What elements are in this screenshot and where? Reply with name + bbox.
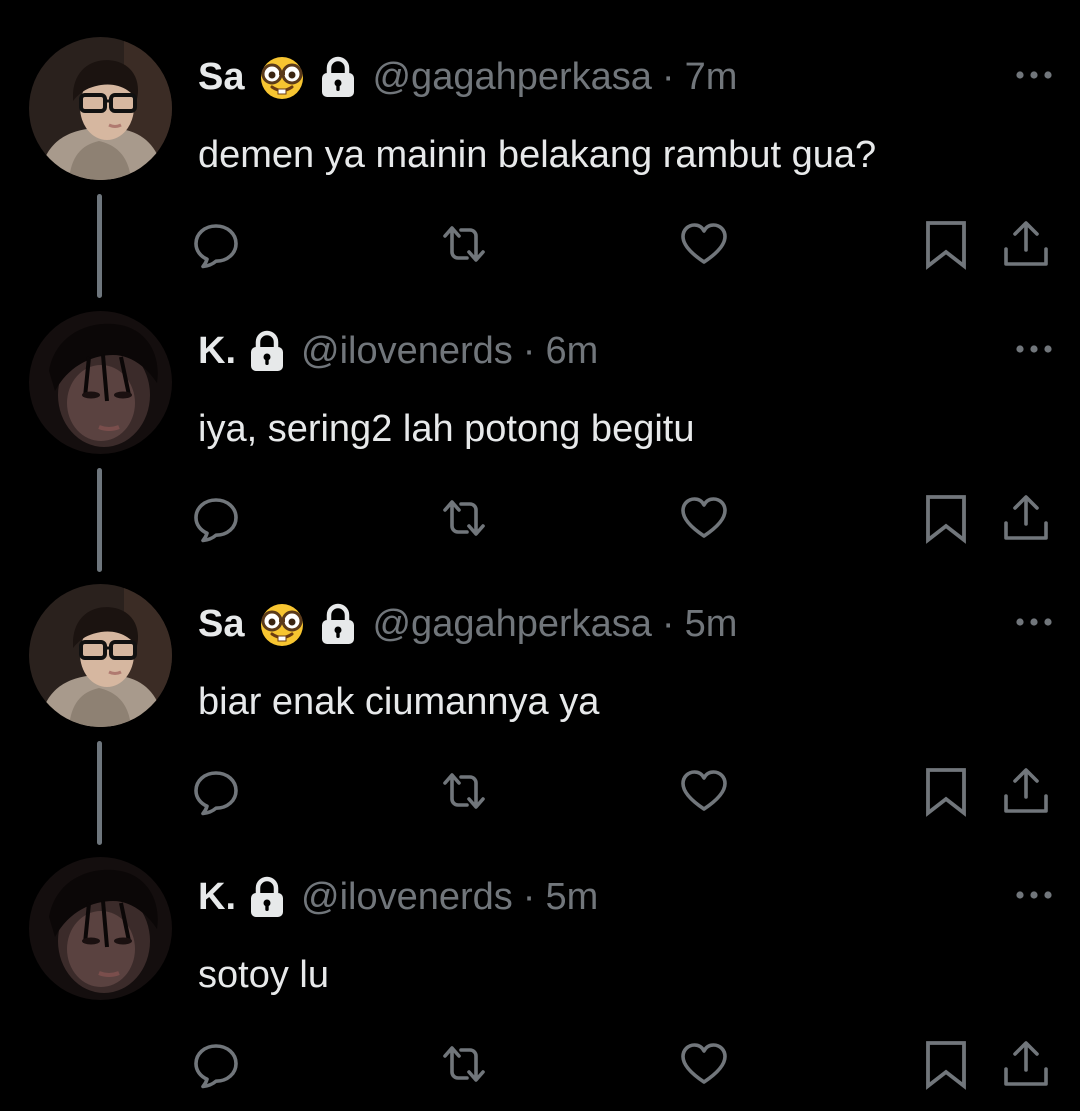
reply-thread: Sa @gagahperkasa · 7m demen ya mainin be…: [0, 0, 1080, 1111]
heart-icon: [678, 765, 730, 817]
user-handle[interactable]: @ilovenerds: [301, 330, 513, 373]
avatar[interactable]: [29, 584, 172, 727]
lock-icon: [320, 56, 356, 98]
timestamp[interactable]: 5m: [685, 603, 738, 646]
reply-button[interactable]: [190, 218, 242, 270]
bookmark-button[interactable]: [920, 765, 972, 817]
share-button[interactable]: [1000, 1038, 1052, 1090]
timestamp[interactable]: 7m: [685, 56, 738, 99]
share-button[interactable]: [1000, 492, 1052, 544]
separator-dot: ·: [661, 55, 675, 98]
timestamp[interactable]: 5m: [545, 876, 598, 919]
lock-icon: [249, 876, 285, 918]
nerd-face-emoji: [257, 601, 307, 647]
user-handle[interactable]: @gagahperkasa: [372, 56, 651, 99]
retweet-icon: [438, 492, 490, 544]
reply-icon: [190, 218, 242, 270]
share-icon: [1000, 1038, 1052, 1090]
more-horizontal-icon[interactable]: [1014, 343, 1054, 355]
retweet-button[interactable]: [438, 765, 490, 817]
lock-icon: [320, 603, 356, 645]
separator-dot: ·: [522, 875, 536, 918]
more-horizontal-icon[interactable]: [1014, 616, 1054, 628]
share-icon: [1000, 765, 1052, 817]
tweet-header: K. @ilovenerds · 5m: [198, 874, 598, 920]
bookmark-icon: [920, 492, 972, 544]
heart-icon: [678, 492, 730, 544]
more-horizontal-icon[interactable]: [1014, 889, 1054, 901]
tweet-text: demen ya mainin belakang rambut gua?: [198, 134, 877, 176]
user-handle[interactable]: @ilovenerds: [301, 876, 513, 919]
bookmark-button[interactable]: [920, 492, 972, 544]
timestamp[interactable]: 6m: [545, 330, 598, 373]
reply-icon: [190, 765, 242, 817]
bookmark-icon: [920, 765, 972, 817]
tweet[interactable]: Sa @gagahperkasa · 7m demen ya mainin be…: [0, 36, 1080, 309]
retweet-button[interactable]: [438, 218, 490, 270]
like-button[interactable]: [678, 1038, 730, 1090]
bookmark-button[interactable]: [920, 1038, 972, 1090]
display-name[interactable]: K.: [198, 876, 236, 919]
thread-connector-line: [97, 741, 102, 845]
share-button[interactable]: [1000, 765, 1052, 817]
like-button[interactable]: [678, 492, 730, 544]
like-button[interactable]: [678, 218, 730, 270]
retweet-button[interactable]: [438, 1038, 490, 1090]
retweet-icon: [438, 765, 490, 817]
tweet-header: K. @ilovenerds · 6m: [198, 328, 598, 374]
share-button[interactable]: [1000, 218, 1052, 270]
display-name[interactable]: Sa: [198, 603, 244, 646]
reply-button[interactable]: [190, 492, 242, 544]
lock-icon: [249, 330, 285, 372]
share-icon: [1000, 492, 1052, 544]
separator-dot: ·: [661, 602, 675, 645]
avatar[interactable]: [29, 857, 172, 1000]
tweet-header: Sa @gagahperkasa · 7m: [198, 54, 737, 100]
display-name[interactable]: Sa: [198, 56, 244, 99]
avatar[interactable]: [29, 311, 172, 454]
retweet-button[interactable]: [438, 492, 490, 544]
heart-icon: [678, 1038, 730, 1090]
reply-icon: [190, 1038, 242, 1090]
heart-icon: [678, 218, 730, 270]
user-handle[interactable]: @gagahperkasa: [372, 603, 651, 646]
display-name[interactable]: K.: [198, 330, 236, 373]
more-horizontal-icon[interactable]: [1014, 69, 1054, 81]
share-icon: [1000, 218, 1052, 270]
thread-connector-line: [97, 468, 102, 572]
reply-icon: [190, 492, 242, 544]
tweet-text: biar enak ciumannya ya: [198, 681, 600, 723]
retweet-icon: [438, 1038, 490, 1090]
bookmark-icon: [920, 1038, 972, 1090]
thread-connector-line: [97, 194, 102, 298]
nerd-face-emoji: [257, 54, 307, 100]
tweet-header: Sa @gagahperkasa · 5m: [198, 601, 737, 647]
reply-button[interactable]: [190, 765, 242, 817]
avatar[interactable]: [29, 37, 172, 180]
tweet-text: iya, sering2 lah potong begitu: [198, 408, 695, 450]
tweet-text: sotoy lu: [198, 954, 329, 996]
separator-dot: ·: [522, 329, 536, 372]
tweet[interactable]: K. @ilovenerds · 6m iya, sering2 lah pot…: [0, 310, 1080, 583]
tweet[interactable]: K. @ilovenerds · 5m sotoy lu: [0, 856, 1080, 1111]
like-button[interactable]: [678, 765, 730, 817]
bookmark-icon: [920, 218, 972, 270]
tweet[interactable]: Sa @gagahperkasa · 5m biar enak ciumanny…: [0, 583, 1080, 856]
bookmark-button[interactable]: [920, 218, 972, 270]
reply-button[interactable]: [190, 1038, 242, 1090]
retweet-icon: [438, 218, 490, 270]
